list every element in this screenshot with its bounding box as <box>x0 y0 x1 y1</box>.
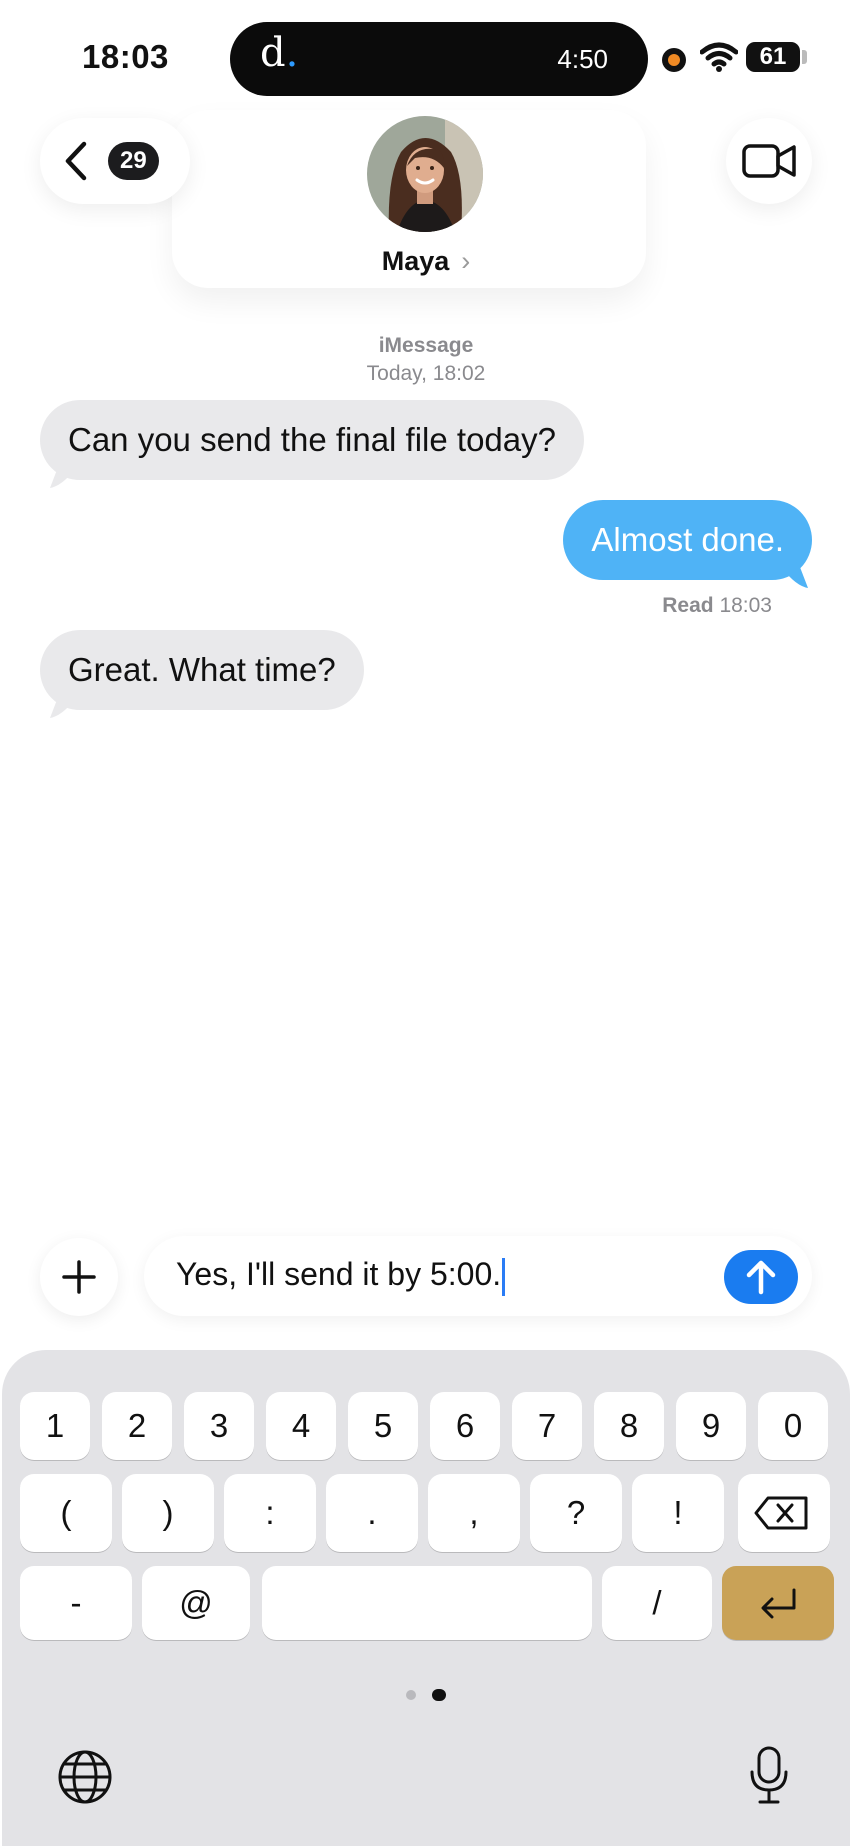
read-receipt: Read 18:03 <box>662 594 772 618</box>
key-3[interactable]: 3 <box>184 1392 254 1460</box>
island-app-logo: d. <box>260 30 298 76</box>
key-6[interactable]: 6 <box>430 1392 500 1460</box>
status-time: 18:03 <box>82 38 169 75</box>
key-hyphen[interactable]: - <box>20 1566 132 1640</box>
service-label: iMessage <box>378 334 474 357</box>
return-arrow-icon <box>761 1588 796 1619</box>
bubble-tail <box>782 562 808 588</box>
outgoing-message-bubble[interactable]: Almost done. <box>563 500 812 580</box>
island-app-dot: . <box>285 30 299 76</box>
text-caret <box>502 1257 506 1296</box>
battery-icon: 61 <box>746 42 800 72</box>
island-app-letter: d <box>260 30 286 76</box>
globe-icon[interactable] <box>56 1748 114 1811</box>
page-dot <box>406 1690 416 1700</box>
incoming-message-bubble[interactable]: Great. What time? <box>40 630 364 710</box>
key-5[interactable]: 5 <box>348 1392 418 1460</box>
key-question[interactable]: ? <box>530 1474 622 1552</box>
key-comma[interactable]: , <box>428 1474 520 1552</box>
video-camera-icon <box>742 144 796 178</box>
key-close-paren[interactable]: ) <box>122 1474 214 1552</box>
battery-tip <box>802 50 807 64</box>
add-attachment-button[interactable] <box>40 1238 118 1316</box>
message-input[interactable]: Yes, I'll send it by 5:00. <box>144 1236 812 1316</box>
recording-indicator-icon <box>662 48 686 72</box>
key-1[interactable]: 1 <box>20 1392 90 1460</box>
incoming-message-bubble[interactable]: Can you send the final file today? <box>40 400 584 480</box>
contact-avatar[interactable] <box>367 116 483 232</box>
return-key[interactable] <box>722 1566 834 1640</box>
key-8[interactable]: 8 <box>594 1392 664 1460</box>
key-4[interactable]: 4 <box>266 1392 336 1460</box>
chevron-left-icon <box>62 140 90 187</box>
key-slash[interactable]: / <box>602 1566 712 1640</box>
bubble-tail <box>50 462 76 488</box>
chevron-right-icon: › <box>461 246 471 276</box>
read-label: Read <box>662 594 714 617</box>
key-exclamation[interactable]: ! <box>632 1474 724 1552</box>
back-button[interactable]: 29 <box>40 118 190 204</box>
delete-key[interactable] <box>738 1474 830 1552</box>
backspace-icon <box>754 1496 808 1530</box>
message-input-text[interactable]: Yes, I'll send it by 5:00. <box>176 1256 506 1296</box>
key-colon[interactable]: : <box>224 1474 316 1552</box>
key-0[interactable]: 0 <box>758 1392 828 1460</box>
arrow-up-icon <box>746 1260 776 1295</box>
key-open-paren[interactable]: ( <box>20 1474 112 1552</box>
unread-count-badge: 29 <box>108 142 159 180</box>
facetime-video-button[interactable] <box>726 118 812 204</box>
key-2[interactable]: 2 <box>102 1392 172 1460</box>
message-input-value: Yes, I'll send it by 5:00. <box>176 1256 502 1292</box>
contact-name-text: Maya <box>381 246 450 276</box>
dynamic-island[interactable]: d. 4:50 <box>230 22 648 96</box>
plus-icon <box>62 1260 96 1294</box>
page-dot-active <box>432 1689 446 1701</box>
key-period[interactable]: . <box>326 1474 418 1552</box>
contact-name[interactable]: Maya › <box>0 246 852 277</box>
island-timer: 4:50 <box>557 44 608 74</box>
microphone-icon[interactable] <box>748 1744 790 1813</box>
wifi-icon <box>699 42 739 77</box>
conversation-timestamp: Today, 18:02 <box>366 362 486 385</box>
keyboard: 1 2 3 4 5 6 7 8 9 0 ( ) : . , ? ! - @ / <box>2 1350 850 1846</box>
send-button[interactable] <box>724 1250 798 1304</box>
key-7[interactable]: 7 <box>512 1392 582 1460</box>
key-at[interactable]: @ <box>142 1566 250 1640</box>
bubble-tail <box>50 692 76 718</box>
read-time: 18:03 <box>719 594 772 617</box>
key-9[interactable]: 9 <box>676 1392 746 1460</box>
space-key[interactable] <box>262 1566 592 1640</box>
